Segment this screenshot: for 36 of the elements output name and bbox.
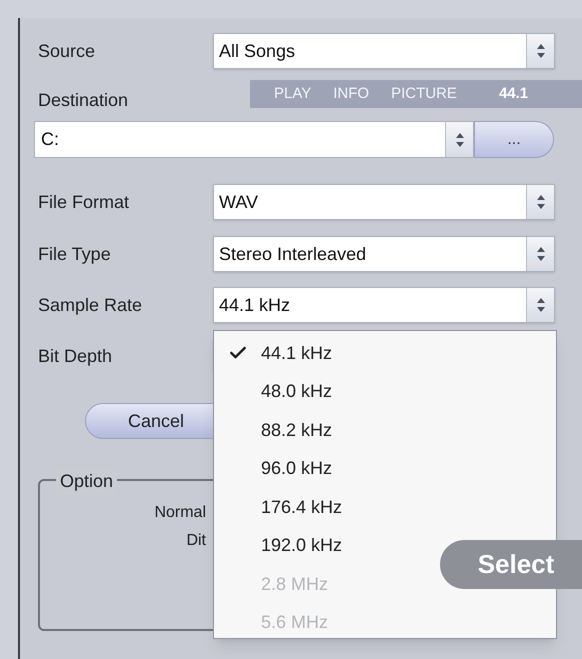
field-label: Destination <box>38 88 128 112</box>
dropdown-select[interactable]: 44.1 kHz <box>213 287 555 323</box>
tab-label: PLAY <box>274 84 312 104</box>
field-label: Sample Rate <box>38 294 144 317</box>
dropdown-select[interactable]: WAV <box>213 184 555 220</box>
stepper-button[interactable] <box>526 185 554 219</box>
tab-label: INFO <box>333 84 370 104</box>
stepper-button[interactable] <box>445 122 473 157</box>
rate-label: 44.1 <box>498 84 528 104</box>
menu-item[interactable]: 96.0 kHz <box>214 450 556 488</box>
select-value: All Songs <box>219 40 296 60</box>
up-down-arrows-icon <box>536 43 546 59</box>
stepper-button[interactable] <box>526 288 554 322</box>
dropdown-select[interactable]: Stereo Interleaved <box>213 236 555 272</box>
up-down-arrows-icon <box>536 246 546 262</box>
select-value: 44.1 kHz <box>219 294 290 314</box>
menu-item[interactable]: 44.1 kHz <box>214 334 556 372</box>
field-label: Bit Depth <box>38 344 114 368</box>
path-field[interactable]: C: <box>34 121 474 158</box>
path-value: C: <box>40 128 60 151</box>
option-text: Normal <box>154 503 206 523</box>
browse-button[interactable]: ... <box>474 121 554 158</box>
up-down-arrows-icon <box>536 194 546 210</box>
up-down-arrows-icon <box>536 297 546 313</box>
field-label: Source <box>38 40 96 62</box>
field-label: File Type <box>38 242 112 266</box>
field-label: File Format <box>38 190 130 214</box>
menu-item[interactable]: 176.4 kHz <box>214 488 556 526</box>
up-down-arrows-icon <box>454 132 464 148</box>
stepper-button[interactable] <box>526 34 554 68</box>
option-text: Dit <box>186 531 206 551</box>
select-value: Stereo Interleaved <box>219 244 366 264</box>
stepper-button[interactable] <box>526 237 554 271</box>
select-value: WAV <box>219 192 258 212</box>
tab-label: PICTURE <box>391 84 457 104</box>
dropdown-select[interactable]: All Songs <box>213 33 555 69</box>
